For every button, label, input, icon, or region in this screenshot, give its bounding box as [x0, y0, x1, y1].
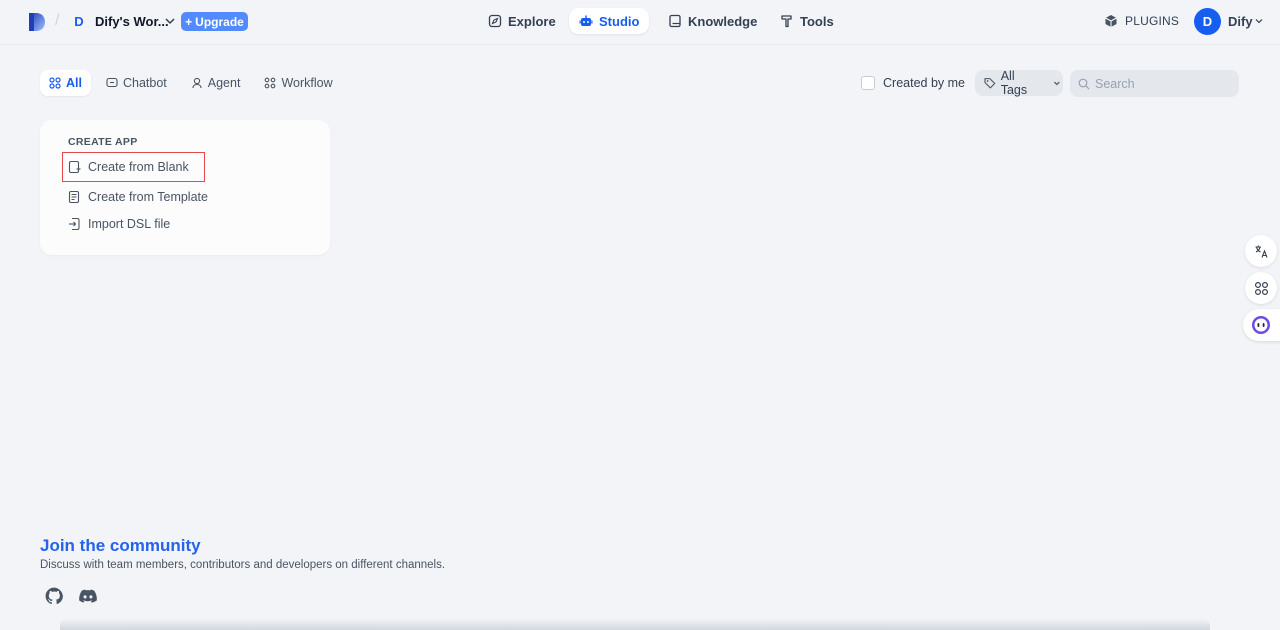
- community-description: Discuss with team members, contributors …: [40, 559, 446, 571]
- community-title: Join the community: [40, 536, 201, 555]
- grid-icon: [49, 77, 61, 89]
- chevron-down-icon[interactable]: [164, 14, 176, 28]
- nav-tools-label: Tools: [800, 13, 834, 29]
- plus-icon: +: [185, 14, 193, 29]
- chat-bot-launcher[interactable]: [1243, 309, 1280, 341]
- file-import-icon: [69, 217, 80, 231]
- book-icon: [669, 14, 681, 28]
- created-by-me-checkbox[interactable]: [861, 76, 875, 90]
- create-app-title: CREATE APP: [68, 136, 138, 148]
- tags-filter-label: All Tags: [1000, 69, 1028, 97]
- app-type-tabs: All Chatbot Agent Workflow: [40, 70, 342, 96]
- top-bar: / D Dify's Wor... + Upgrade Explore Stud…: [0, 0, 1280, 45]
- bot-face-icon: [1252, 316, 1270, 334]
- search-input[interactable]: [1095, 76, 1235, 91]
- tab-workflow-label: Workflow: [281, 76, 333, 90]
- import-dsl-file-button[interactable]: Import DSL file: [68, 215, 170, 233]
- workspace-name[interactable]: Dify's Wor...: [95, 14, 169, 29]
- workspace-avatar[interactable]: D: [70, 12, 88, 32]
- nav-tools[interactable]: Tools: [770, 8, 844, 34]
- chevron-down-icon[interactable]: [1254, 15, 1264, 27]
- create-app-card: CREATE APP Create from Blank Create from…: [40, 120, 330, 255]
- chat-icon: [106, 77, 118, 88]
- tab-agent-label: Agent: [207, 76, 241, 90]
- nav-studio[interactable]: Studio: [569, 8, 650, 34]
- bottom-edge-shadow: [60, 618, 1210, 630]
- github-icon[interactable]: [45, 587, 63, 605]
- nav-explore[interactable]: Explore: [478, 8, 566, 34]
- tab-all[interactable]: All: [40, 70, 91, 96]
- create-from-blank-button[interactable]: Create from Blank: [68, 158, 189, 176]
- nav-knowledge-label: Knowledge: [688, 13, 758, 29]
- plugins-button[interactable]: PLUGINS: [1104, 14, 1179, 28]
- compass-icon: [488, 14, 502, 28]
- apps-button[interactable]: [1245, 272, 1277, 304]
- upgrade-label: Upgrade: [195, 14, 244, 29]
- cube-icon: [1105, 15, 1117, 27]
- search-icon: [1078, 78, 1090, 89]
- discord-icon[interactable]: [79, 587, 97, 605]
- robot-icon: [579, 15, 593, 26]
- translate-button[interactable]: [1245, 235, 1277, 267]
- tag-icon: [984, 78, 996, 89]
- create-from-template-button[interactable]: Create from Template: [68, 188, 208, 206]
- tags-filter-dropdown[interactable]: All Tags: [975, 69, 1063, 97]
- nav-explore-label: Explore: [508, 13, 556, 29]
- upgrade-button[interactable]: + Upgrade: [181, 12, 248, 31]
- agent-icon: [192, 77, 202, 89]
- translate-icon: [1255, 245, 1268, 258]
- tab-chatbot-label: Chatbot: [122, 76, 167, 90]
- created-by-me-label: Created by me: [883, 76, 965, 90]
- nav-studio-label: Studio: [599, 13, 640, 29]
- search-box[interactable]: [1070, 70, 1239, 97]
- tab-all-label: All: [66, 76, 82, 90]
- created-by-me-filter[interactable]: Created by me: [861, 76, 965, 90]
- create-from-template-label: Create from Template: [88, 190, 208, 204]
- chevron-down-icon: [1054, 81, 1060, 86]
- import-dsl-file-label: Import DSL file: [88, 217, 171, 231]
- tab-agent[interactable]: Agent: [182, 70, 250, 96]
- workflow-icon: [265, 77, 276, 89]
- dify-logo-icon[interactable]: [28, 12, 46, 32]
- file-plus-icon: [68, 160, 81, 174]
- plugins-label: PLUGINS: [1125, 14, 1180, 28]
- breadcrumb-separator: /: [55, 12, 60, 29]
- user-avatar[interactable]: D: [1194, 8, 1221, 35]
- create-from-blank-label: Create from Blank: [88, 160, 189, 174]
- hammer-icon: [781, 15, 792, 28]
- nav-knowledge[interactable]: Knowledge: [658, 8, 767, 34]
- apps-grid-icon: [1254, 281, 1268, 295]
- user-name[interactable]: Dify: [1228, 14, 1253, 29]
- tab-workflow[interactable]: Workflow: [255, 70, 341, 96]
- file-template-icon: [68, 190, 80, 204]
- tab-chatbot[interactable]: Chatbot: [97, 70, 176, 96]
